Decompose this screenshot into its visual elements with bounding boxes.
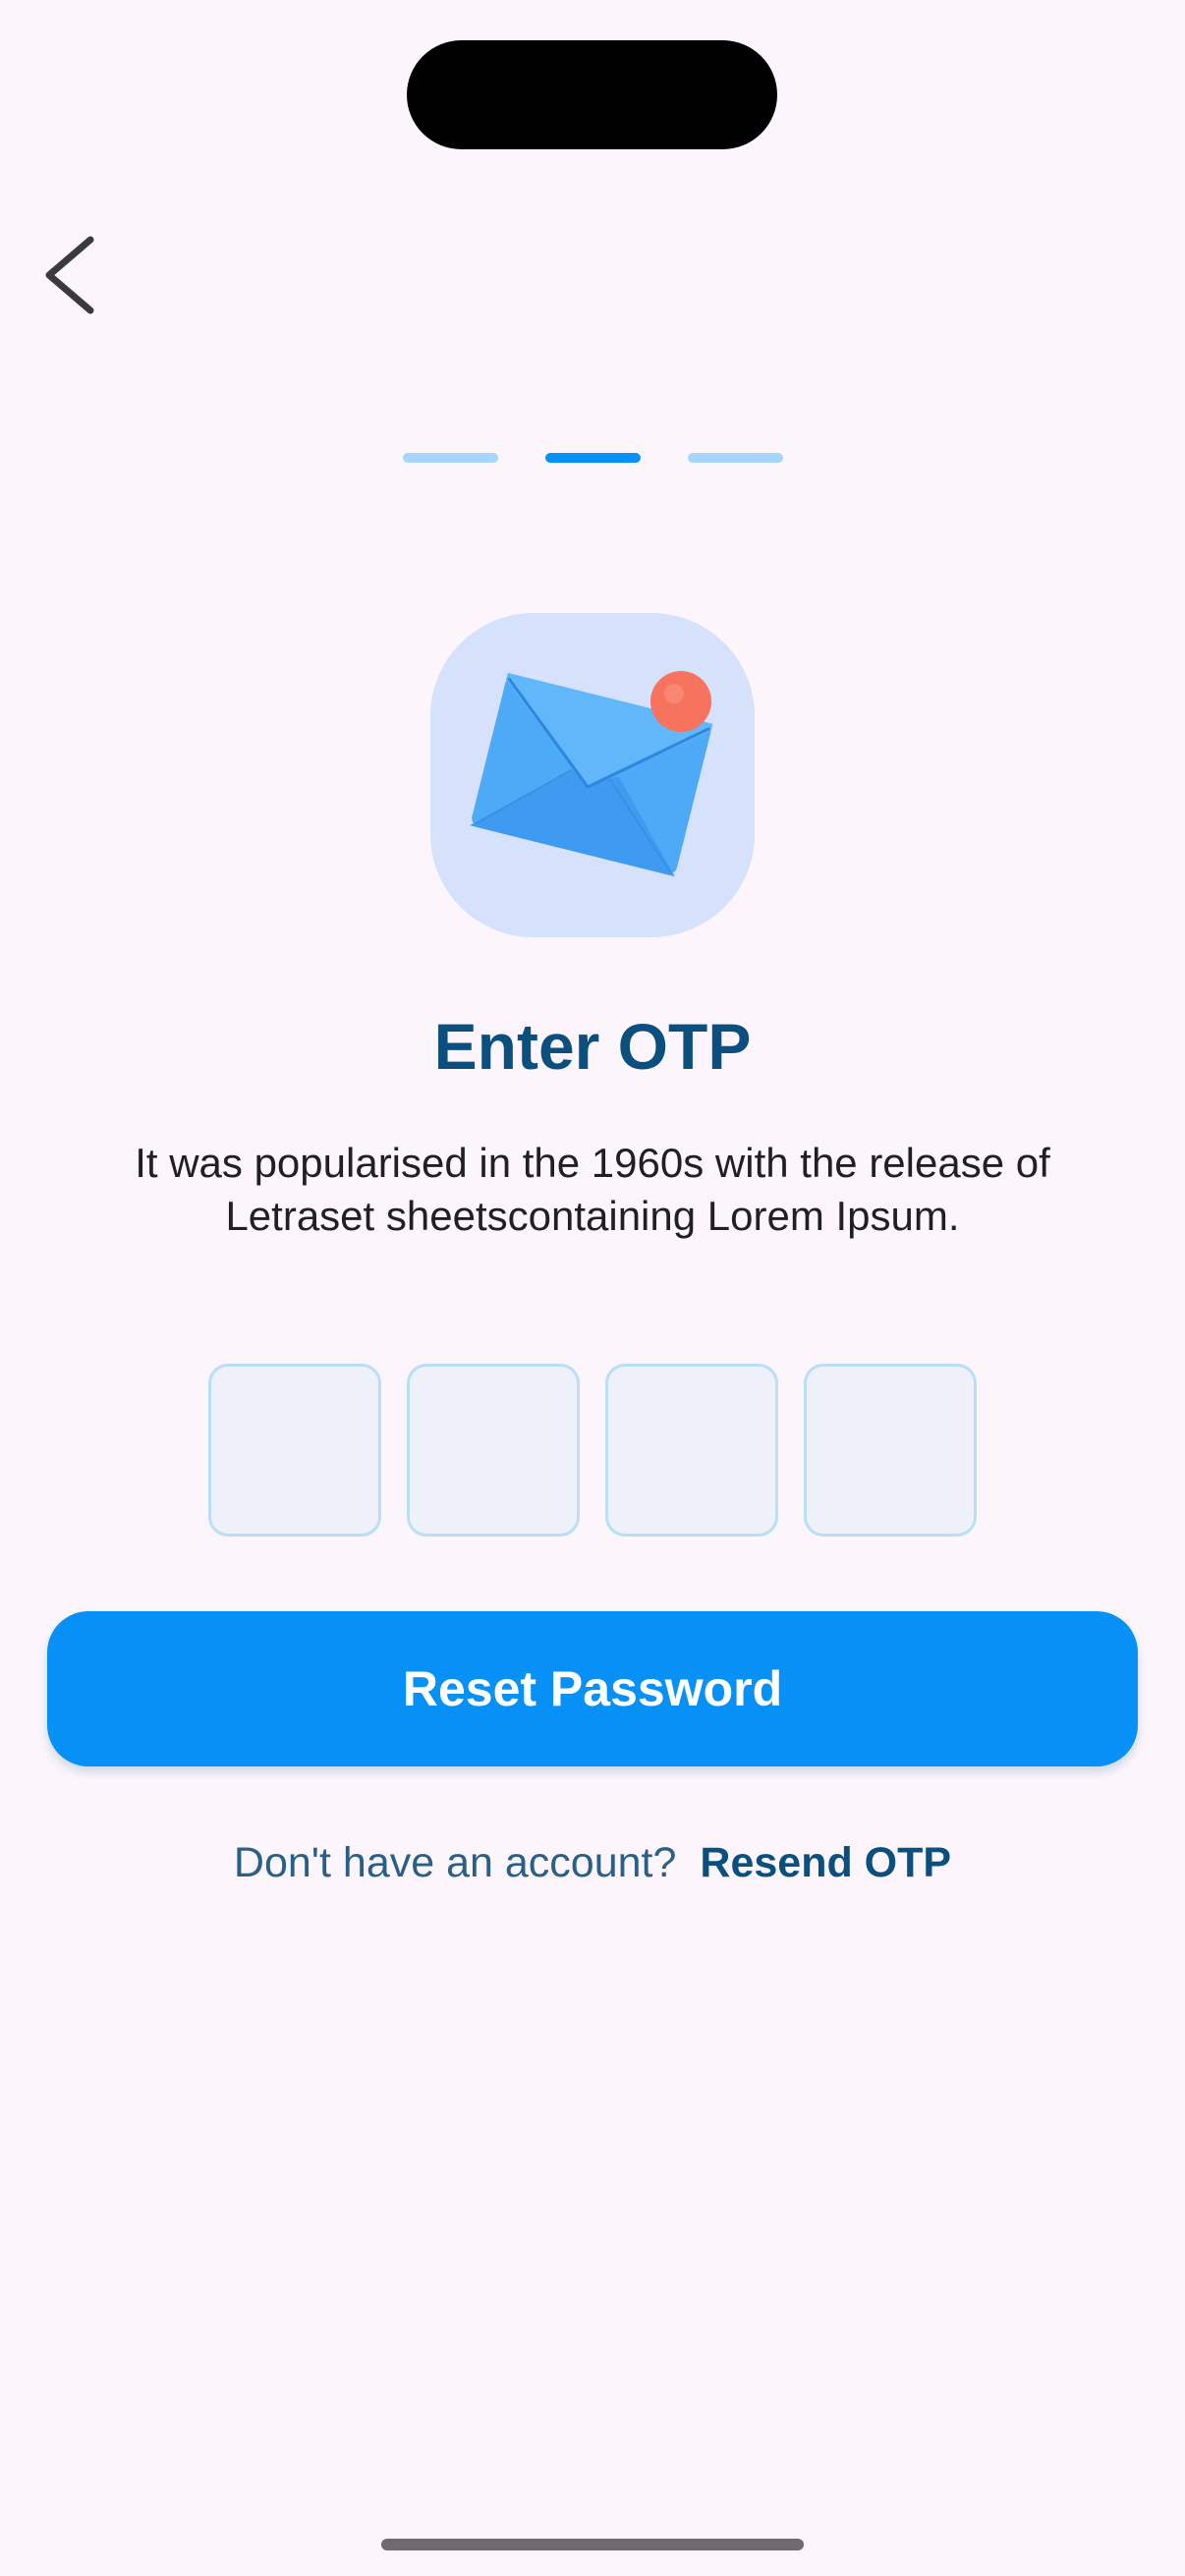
envelope-notification-icon xyxy=(430,613,755,937)
home-indicator xyxy=(381,2539,804,2550)
progress-step-1 xyxy=(402,453,498,463)
progress-step-3 xyxy=(687,453,783,463)
progress-steps xyxy=(0,453,1185,463)
otp-digit-4[interactable] xyxy=(804,1364,977,1537)
resend-footer: Don't have an account? Resend OTP xyxy=(0,1833,1185,1892)
dynamic-island xyxy=(407,40,777,149)
otp-digit-3[interactable] xyxy=(605,1364,778,1537)
otp-digit-1[interactable] xyxy=(208,1364,381,1537)
envelope-illustration xyxy=(430,613,755,937)
page-subtitle: It was popularised in the 1960s with the… xyxy=(135,1140,1050,1239)
back-button[interactable] xyxy=(33,226,112,324)
chevron-left-icon xyxy=(45,236,94,314)
reset-password-button[interactable]: Reset Password xyxy=(47,1611,1138,1766)
otp-input-group xyxy=(0,1364,1185,1537)
page-title: Enter OTP xyxy=(433,1010,752,1083)
progress-step-2 xyxy=(544,453,641,463)
otp-digit-2[interactable] xyxy=(407,1364,580,1537)
account-prompt: Don't have an account? xyxy=(233,1839,677,1886)
resend-otp-link[interactable]: Resend OTP xyxy=(700,1839,951,1886)
